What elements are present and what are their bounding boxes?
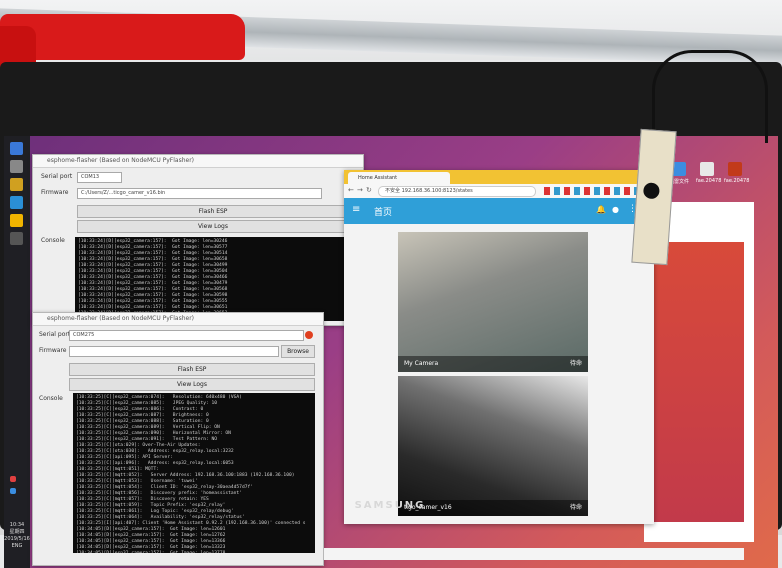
browser-tab[interactable]: Home Assistant (348, 172, 450, 184)
url-field[interactable]: 不安全 192.168.36.100:8123/states (378, 186, 536, 197)
clock-time: 10:34 (9, 522, 25, 528)
window-title: esphome-flasher (Based on NodeMCU PyFlas… (33, 155, 363, 168)
bottom-window-strip (324, 548, 744, 560)
menu-icon[interactable]: ≡ (352, 204, 360, 215)
firmware-label: Firmware (39, 347, 67, 354)
usb-cable (652, 50, 768, 143)
desktop-icon[interactable]: fae.20478 (724, 162, 749, 184)
taskbar-clock[interactable]: 10:34 星期四 2019/5/16 ENG (4, 522, 30, 550)
page-title: 首页 (374, 208, 393, 218)
camera-card[interactable]: My Camera 待命 (398, 232, 588, 372)
reload-icon[interactable] (305, 331, 313, 339)
terminal-icon[interactable] (10, 232, 23, 245)
red-cloth (0, 14, 245, 60)
console-label: Console (39, 395, 63, 402)
tray-icon[interactable] (10, 476, 16, 482)
desktop-icon[interactable]: fae.20478 (696, 162, 721, 184)
flash-esp-button[interactable]: Flash ESP (77, 205, 349, 218)
flash-esp-button[interactable]: Flash ESP (69, 363, 315, 376)
clock-date: 2019/5/16 (4, 536, 30, 542)
reload-icon[interactable]: ↻ (366, 186, 372, 194)
monitor-logo: SAMSUNG (354, 500, 426, 511)
vscode-icon[interactable] (10, 196, 23, 209)
wallpaper-panel (644, 242, 744, 522)
extension-icons[interactable] (544, 187, 644, 195)
taskbar: 10:34 星期四 2019/5/16 ENG (4, 136, 30, 568)
notifications-icon[interactable]: 🔔 (596, 205, 606, 214)
search-icon[interactable] (10, 160, 23, 173)
serial-port-select[interactable]: COM13 (77, 172, 122, 183)
firmware-path-field[interactable]: C:/Users/Z/...ticgo_camer_v16.bin (77, 188, 322, 199)
url-text: 192.168.36.100:8123/states (401, 188, 473, 194)
serial-port-select[interactable]: COM275 (69, 330, 304, 341)
forward-icon[interactable]: → (357, 186, 363, 194)
app-toolbar: ≡ 首页 🔔 ● ⋮ (344, 198, 654, 224)
folder-icon[interactable] (10, 178, 23, 191)
console-line: [10:34:05][D][esp32_camera:157]: Got Ima… (76, 551, 312, 553)
view-logs-button[interactable]: View Logs (69, 378, 315, 391)
start-icon[interactable] (10, 142, 23, 155)
serial-port-label: Serial port (41, 173, 73, 180)
browser-window[interactable]: Home Assistant ← → ↻ 不安全 192.168.36.100:… (344, 170, 654, 524)
camera-status: 待命 (569, 504, 582, 511)
flasher-window-front[interactable]: esphome-flasher (Based on NodeMCU PyFlas… (32, 312, 324, 566)
console-label: Console (41, 237, 65, 244)
console-output[interactable]: [10:33:24][D][esp32_camera:157]: Got Ima… (75, 237, 351, 321)
flasher-window-back[interactable]: esphome-flasher (Based on NodeMCU PyFlas… (32, 154, 364, 326)
camera-status: 待命 (569, 360, 582, 367)
network-icon[interactable] (10, 488, 16, 494)
address-bar-row: ← → ↻ 不安全 192.168.36.100:8123/states (344, 184, 654, 199)
mic-icon[interactable]: ● (612, 205, 619, 214)
firmware-path-field[interactable] (69, 346, 279, 357)
insecure-label: 不安全 (385, 188, 401, 194)
console-output[interactable]: [10:33:25][C][esp32_camera:074]: Resolut… (73, 393, 315, 553)
camera-lens (642, 182, 660, 200)
window-title: esphome-flasher (Based on NodeMCU PyFlas… (33, 313, 323, 326)
view-logs-button[interactable]: View Logs (77, 220, 349, 233)
browser-tab-strip: Home Assistant (344, 170, 654, 184)
input-language[interactable]: ENG (4, 543, 30, 550)
chrome-icon[interactable] (10, 214, 23, 227)
camera-name: My Camera (404, 360, 439, 367)
browse-button[interactable]: Browse (281, 345, 315, 358)
firmware-label: Firmware (41, 189, 69, 196)
camera-caption: My Camera 待命 (398, 356, 588, 372)
serial-port-label: Serial port (39, 331, 71, 338)
camera-card[interactable]: tigo_camer_v16 待命 (398, 376, 588, 516)
back-icon[interactable]: ← (348, 186, 354, 194)
